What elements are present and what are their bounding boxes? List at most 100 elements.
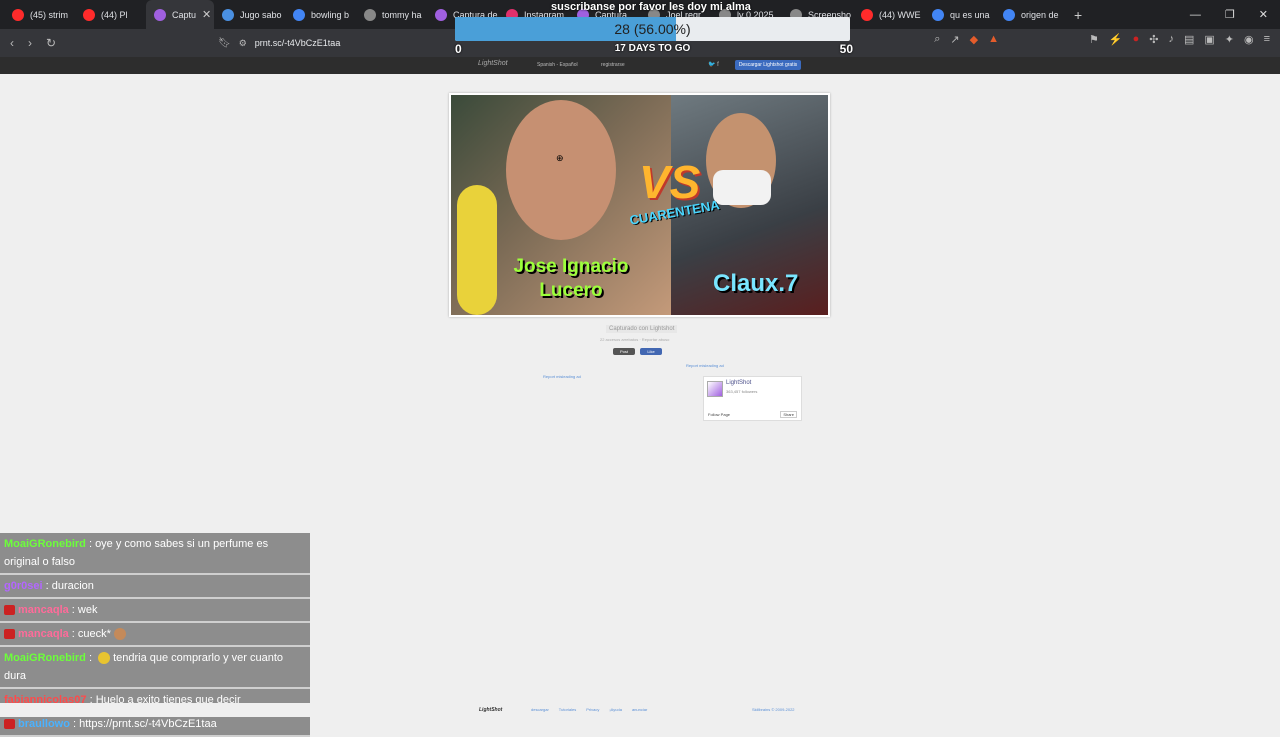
language-select[interactable]: Spanish - Español bbox=[537, 62, 578, 68]
register-link[interactable]: registrarse bbox=[601, 62, 625, 68]
report-ad-link[interactable]: Report misleading ad bbox=[686, 363, 724, 368]
chat-message: mancaqla : wek bbox=[0, 599, 310, 623]
face-mask bbox=[713, 170, 771, 205]
download-button[interactable]: Descargar Lightshot gratis bbox=[735, 60, 801, 70]
social-icons[interactable]: 🐦 f bbox=[708, 61, 719, 68]
tab-label: qu es una bbox=[950, 9, 990, 20]
chat-username[interactable]: MoaiGRonebird bbox=[4, 652, 86, 664]
new-tab-button[interactable]: + bbox=[1074, 7, 1082, 23]
tab-1[interactable]: (44) Pl bbox=[75, 0, 146, 29]
ai-icon[interactable]: ✦ bbox=[1225, 33, 1234, 46]
minimize-icon[interactable]: — bbox=[1190, 9, 1201, 21]
fb-follow-button[interactable]: Follow Page bbox=[708, 412, 730, 417]
lightshot-logo[interactable]: LightShot bbox=[478, 60, 508, 67]
tab-12[interactable]: (44) WWE bbox=[853, 0, 924, 29]
brave-shield-icon[interactable]: ◆ bbox=[970, 33, 978, 46]
chat-separator: : bbox=[42, 580, 52, 592]
bookmark-icon[interactable]: 🔖︎ bbox=[218, 38, 231, 49]
report-ad-link-2[interactable]: Report misleading ad bbox=[543, 374, 581, 379]
tab-label: tommy ha bbox=[382, 9, 422, 20]
profile-icon[interactable]: ◉ bbox=[1244, 33, 1254, 46]
footer-copyright[interactable]: Skillbrains © 2009-2022 bbox=[752, 707, 795, 712]
footer-link[interactable]: Tutoriales bbox=[559, 707, 576, 712]
tab-favicon-icon bbox=[364, 8, 376, 21]
reload-icon[interactable]: ↻ bbox=[46, 36, 56, 50]
tab-favicon-icon bbox=[12, 8, 24, 21]
site-info-icon[interactable]: ⚙︎ bbox=[239, 38, 247, 49]
lightshot-header: LightShot Spanish - Español registrarse … bbox=[0, 57, 1280, 74]
fb-subtitle: 363,457 followers bbox=[726, 389, 758, 394]
tab-label: (44) Pl bbox=[101, 9, 128, 20]
puzzle-icon[interactable]: ✣ bbox=[1149, 33, 1158, 46]
sidebar-icon[interactable]: ▤ bbox=[1184, 33, 1194, 46]
address-bar[interactable]: 🔖︎ ⚙︎ prnt.sc/-t4VbCzE1taa bbox=[218, 33, 458, 53]
screenshot-image[interactable]: VS CUARENTENA Jose Ignacio Lucero Claux.… bbox=[449, 93, 830, 317]
like-button[interactable]: Like bbox=[640, 348, 662, 355]
media-icon[interactable]: ♪ bbox=[1168, 33, 1174, 46]
url-text: prnt.sc/-t4VbCzE1taa bbox=[254, 38, 341, 48]
goal-max: 50 bbox=[839, 42, 853, 56]
share-icon[interactable]: ↗ bbox=[950, 33, 959, 46]
extensions-bar: ⌕ ↗ ◆ ▲ ⚑ ⚡ ● ✣ ♪ ▤ ▣ ✦ ◉ ≡ bbox=[934, 33, 1270, 46]
chat-username[interactable]: mancaqla bbox=[18, 628, 69, 640]
goal-days: 17 DAYS TO GO bbox=[614, 43, 691, 54]
tab-favicon-icon bbox=[83, 8, 95, 21]
caption-line[interactable]: 22 accesos arrebatos · Reportar abuso bbox=[600, 337, 669, 342]
tab-close-icon[interactable]: ✕ bbox=[202, 8, 211, 21]
tab-13[interactable]: qu es una bbox=[924, 0, 995, 29]
back-icon[interactable]: ‹ bbox=[10, 36, 14, 50]
menu-icon[interactable]: ≡ bbox=[1264, 33, 1270, 46]
tab-14[interactable]: origen de bbox=[995, 0, 1066, 29]
footer-link[interactable]: descargar bbox=[531, 707, 549, 712]
chat-username[interactable]: g0r0sei bbox=[4, 580, 43, 592]
rewards-icon[interactable]: ▲ bbox=[988, 33, 999, 46]
tab-2[interactable]: Captu ✕ bbox=[146, 0, 214, 29]
tab-0[interactable]: (45) strim bbox=[4, 0, 75, 29]
chat-username[interactable]: mancaqla bbox=[18, 604, 69, 616]
wallet-icon[interactable]: ▣ bbox=[1204, 33, 1214, 46]
emote-icon bbox=[113, 628, 126, 641]
lightshot-fb-icon bbox=[707, 381, 723, 397]
footer-link[interactable]: anunciar bbox=[632, 707, 647, 712]
chat-text: wek bbox=[77, 604, 98, 616]
tab-label: bowling b bbox=[311, 9, 350, 20]
translate-icon[interactable]: ⚑ bbox=[1089, 33, 1099, 46]
page-footer: LightShot descargar Tutoriales Privacy ¡Ayu… bbox=[0, 703, 1280, 717]
footer-link[interactable]: ¡Ayuda bbox=[609, 707, 622, 712]
chat-username[interactable]: MoaiGRonebird bbox=[4, 538, 86, 550]
forward-icon[interactable]: › bbox=[28, 36, 32, 50]
chat-message: MoaiGRonebird : oye y como sabes si un p… bbox=[0, 533, 310, 575]
chat-text: duracion bbox=[51, 580, 94, 592]
tab-label: (45) strim bbox=[30, 9, 68, 20]
emote-icon bbox=[98, 652, 111, 665]
ublock-icon[interactable]: ● bbox=[1133, 33, 1140, 46]
zoom-icon[interactable]: ⌕ bbox=[934, 33, 940, 46]
tab-favicon-icon bbox=[932, 8, 944, 21]
tab-label: Captu bbox=[172, 9, 197, 20]
chat-message: MoaiGRonebird : tendria que comprarlo y … bbox=[0, 647, 310, 689]
footer-logo[interactable]: LightShot bbox=[479, 707, 502, 713]
chat-overlay: MoaiGRonebird : oye y como sabes si un p… bbox=[0, 533, 310, 737]
name-right: Claux.7 bbox=[713, 270, 799, 297]
tab-favicon-icon bbox=[222, 8, 234, 21]
fb-share-button[interactable]: Share bbox=[780, 411, 797, 418]
tab-favicon-icon bbox=[435, 8, 447, 21]
post-button[interactable]: Post bbox=[613, 348, 635, 355]
extension-icon[interactable]: ⚡ bbox=[1109, 33, 1123, 46]
chat-badge-icon bbox=[4, 719, 15, 730]
tab-4[interactable]: bowling b bbox=[285, 0, 356, 29]
tab-favicon-icon bbox=[861, 8, 873, 21]
maximize-icon[interactable]: ❐ bbox=[1225, 8, 1235, 21]
tab-label: Jugo sabo bbox=[240, 9, 282, 20]
goal-title: suscribanse por favor les doy mi alma bbox=[551, 1, 751, 13]
window-controls: — ❐ ✕ bbox=[1190, 0, 1280, 29]
tab-label: (44) WWE bbox=[879, 9, 921, 20]
footer-link[interactable]: Privacy bbox=[586, 707, 599, 712]
close-window-icon[interactable]: ✕ bbox=[1259, 8, 1268, 21]
tab-3[interactable]: Jugo sabo bbox=[214, 0, 285, 29]
footer-links: descargar Tutoriales Privacy ¡Ayuda anunciar bbox=[531, 707, 647, 712]
tab-5[interactable]: tommy ha bbox=[356, 0, 427, 29]
product-bottle bbox=[457, 185, 497, 315]
fb-title[interactable]: LightShot bbox=[726, 380, 751, 386]
stream-goal-overlay: suscribanse por favor les doy mi alma 28… bbox=[455, 0, 855, 58]
